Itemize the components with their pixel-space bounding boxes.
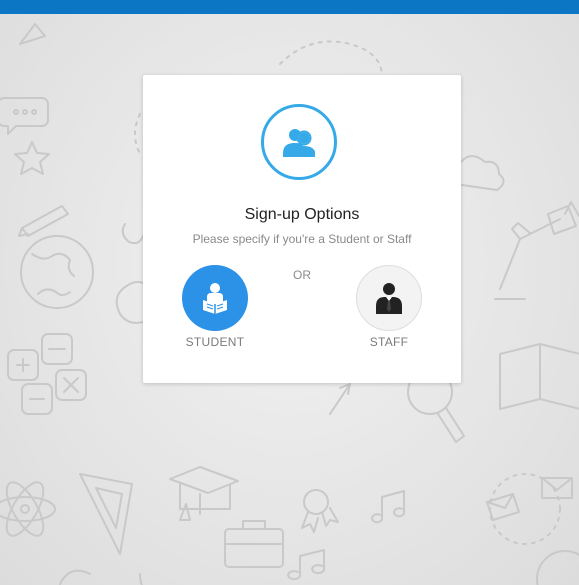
card-title: Sign-up Options [244, 206, 360, 223]
signup-options-card: Sign-up Options Please specify if you're… [143, 75, 461, 383]
card-subtitle: Please specify if you're a Student or St… [192, 232, 412, 246]
student-reading-icon[interactable] [182, 265, 248, 331]
student-option-button[interactable]: STUDENT [170, 265, 260, 349]
staff-option-button[interactable]: STAFF [344, 265, 434, 349]
page-background: Sign-up Options Please specify if you're… [0, 0, 579, 585]
users-icon [261, 104, 337, 180]
top-bar [0, 0, 579, 14]
student-label[interactable]: STUDENT [170, 335, 260, 349]
staff-label[interactable]: STAFF [344, 335, 434, 349]
staff-businessman-icon[interactable] [356, 265, 422, 331]
